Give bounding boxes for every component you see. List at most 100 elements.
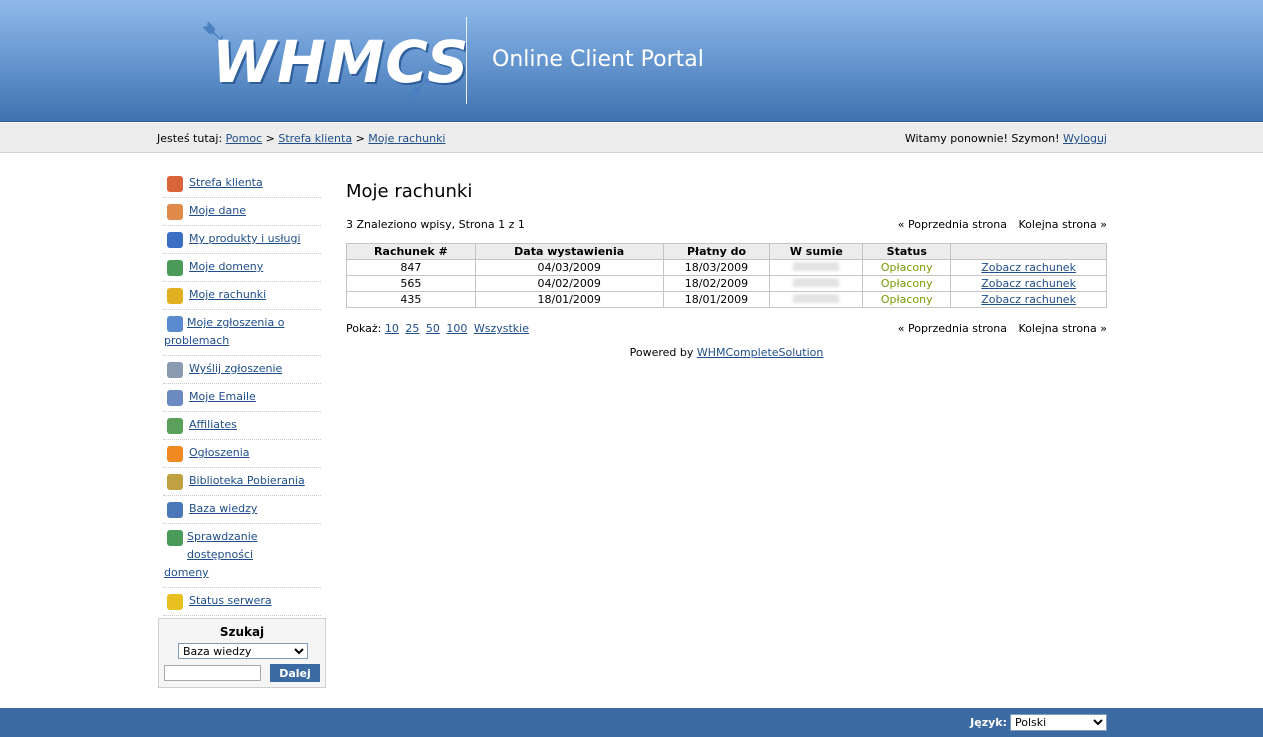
view-invoice-link[interactable]: Zobacz rachunek (981, 261, 1076, 274)
invoice-number-cell: 565 (346, 275, 476, 292)
envelope-icon (167, 390, 183, 406)
view-invoice-cell: Zobacz rachunek (950, 291, 1107, 308)
sidebar-item[interactable]: Affiliates (163, 412, 321, 440)
total-cell (769, 275, 864, 292)
pagination-top: « Poprzednia strona Kolejna strona » (890, 218, 1107, 231)
sidebar-item-link[interactable]: Strefa klienta (189, 176, 263, 189)
sidebar-item[interactable]: Moje domeny (163, 254, 321, 282)
whmcs-logo[interactable]: ➷ WHMCS ➹ (200, 14, 469, 108)
star-icon (167, 594, 183, 610)
col-header-actions (950, 243, 1107, 260)
redacted-amount (793, 262, 840, 271)
due-date-cell: 18/01/2009 (662, 291, 771, 308)
page-size-50[interactable]: 50 (426, 322, 440, 335)
page-size-25[interactable]: 25 (405, 322, 419, 335)
breadcrumb-link-rachunki[interactable]: Moje rachunki (368, 132, 445, 145)
status-cell: Opłacony (862, 275, 952, 292)
money-icon (167, 418, 183, 434)
sidebar-item[interactable]: Moje zgłoszenia o problemach (163, 310, 321, 356)
bar-chart-icon (167, 232, 183, 248)
sidebar-item-label: Sprawdzanie dostępności (187, 530, 258, 561)
sidebar-item-link[interactable]: Wyślij zgłoszenie (189, 362, 282, 375)
sidebar-item[interactable]: My produkty i usługi (163, 226, 321, 254)
sidebar-item-link[interactable]: Moje domeny (189, 260, 263, 273)
sidebar-item-label: domeny (164, 566, 209, 579)
col-header-total[interactable]: W sumie (769, 243, 864, 260)
sidebar-item-link[interactable]: Status serwera (189, 594, 272, 607)
total-cell (769, 291, 864, 308)
status-cell: Opłacony (862, 291, 952, 308)
powered-by: Powered by WHMCompleteSolution (346, 346, 1107, 359)
invoice-number-cell: 847 (346, 259, 476, 276)
main-content: Moje rachunki 3 Znaleziono wpisy, Strona… (346, 181, 1107, 359)
globe-icon (167, 260, 183, 276)
sidebar-item[interactable]: Wyślij zgłoszenie (163, 356, 321, 384)
col-header-due[interactable]: Płatny do (662, 243, 771, 260)
view-invoice-link[interactable]: Zobacz rachunek (981, 293, 1076, 306)
header: ➷ WHMCS ➹ Online Client Portal (0, 0, 1263, 122)
download-icon (167, 474, 183, 490)
due-date-cell: 18/03/2009 (662, 259, 771, 276)
sidebar-item[interactable]: Moje Emaile (163, 384, 321, 412)
sidebar-item-link[interactable]: My produkty i usługi (189, 232, 301, 245)
issue-date-cell: 04/02/2009 (474, 275, 664, 292)
globe-icon (167, 530, 183, 546)
col-header-status[interactable]: Status (862, 243, 952, 260)
sidebar-item[interactable]: Status serwera (163, 588, 321, 616)
pagination-bottom: « Poprzednia strona Kolejna strona » (890, 322, 1107, 335)
breadcrumb-link-strefa[interactable]: Strefa klienta (278, 132, 352, 145)
sidebar-item-link[interactable]: Ogłoszenia (189, 446, 250, 459)
view-invoice-cell: Zobacz rachunek (950, 275, 1107, 292)
sidebar-item-link[interactable]: Moje rachunki (189, 288, 266, 301)
next-page-link[interactable]: Kolejna strona » (1019, 218, 1107, 231)
powered-by-link[interactable]: WHMCompleteSolution (697, 346, 823, 359)
search-input[interactable] (164, 665, 261, 681)
user-icon (167, 204, 183, 220)
col-header-invoice[interactable]: Rachunek # (346, 243, 476, 260)
sidebar-item[interactable]: Moje dane (163, 198, 321, 226)
invoice-number-cell: 435 (346, 291, 476, 308)
sidebar-item-link[interactable]: Affiliates (189, 418, 237, 431)
prev-page-link[interactable]: « Poprzednia strona (898, 322, 1007, 335)
sidebar-item-link[interactable]: Moje Emaile (189, 390, 256, 403)
sidebar-item-link[interactable]: Baza wiedzy (189, 502, 257, 515)
breadcrumb-link-pomoc[interactable]: Pomoc (226, 132, 262, 145)
redacted-amount (793, 278, 840, 287)
col-header-issued[interactable]: Data wystawienia (474, 243, 664, 260)
page-size-selector: Pokaż: 10 25 50 100 Wszystkie (346, 322, 532, 335)
welcome-text: Witamy ponownie! Szymon! (904, 132, 1060, 145)
sidebar-nav: Strefa klienta Moje dane My produkty i usł… (163, 170, 321, 672)
issue-date-cell: 18/01/2009 (474, 291, 664, 308)
sidebar-item[interactable]: Baza wiedzy (163, 496, 321, 524)
view-invoice-link[interactable]: Zobacz rachunek (981, 277, 1076, 290)
total-cell (769, 259, 864, 276)
view-invoice-cell: Zobacz rachunek (950, 259, 1107, 276)
search-submit-button[interactable]: Dalej (270, 664, 320, 682)
prev-page-link[interactable]: « Poprzednia strona (898, 218, 1007, 231)
next-page-link[interactable]: Kolejna strona » (1019, 322, 1107, 335)
sidebar-item[interactable]: Ogłoszenia (163, 440, 321, 468)
welcome-message: Witamy ponownie! Szymon! Wyloguj (905, 132, 1107, 145)
page-size-100[interactable]: 100 (446, 322, 467, 335)
page-size-10[interactable]: 10 (385, 322, 399, 335)
page-size-all[interactable]: Wszystkie (474, 322, 529, 335)
sidebar-item-link[interactable]: Moje dane (189, 204, 246, 217)
table-row: 847 04/03/2009 18/03/2009 Opłacony Zobacz ra… (346, 259, 1107, 276)
sidebar-item[interactable]: Biblioteka Pobierania (163, 468, 321, 496)
sidebar-item-link[interactable]: Moje zgłoszenia o problemach (163, 314, 321, 350)
header-divider (466, 17, 467, 104)
sidebar-item-label: Moje zgłoszenia o (187, 316, 285, 329)
sidebar-item[interactable]: Strefa klienta (163, 170, 321, 198)
table-row: 565 04/02/2009 18/02/2009 Opłacony Zobacz ra… (346, 275, 1107, 292)
language-select[interactable]: Polski (1010, 714, 1107, 731)
sidebar-item[interactable]: Moje rachunki (163, 282, 321, 310)
logout-link[interactable]: Wyloguj (1063, 132, 1107, 145)
sidebar-item[interactable]: Sprawdzanie dostępności domeny (163, 524, 321, 588)
page-size-label: Pokaż: (346, 322, 382, 335)
powered-by-text: Powered by (629, 346, 694, 359)
table-header-row: Rachunek # Data wystawienia Płatny do W … (346, 243, 1107, 260)
sidebar-item-link[interactable]: Sprawdzanie dostępności domeny (163, 528, 321, 582)
search-category-select[interactable]: Baza wiedzy (178, 643, 308, 659)
search-title: Szukaj (219, 625, 265, 639)
sidebar-item-link[interactable]: Biblioteka Pobierania (189, 474, 305, 487)
